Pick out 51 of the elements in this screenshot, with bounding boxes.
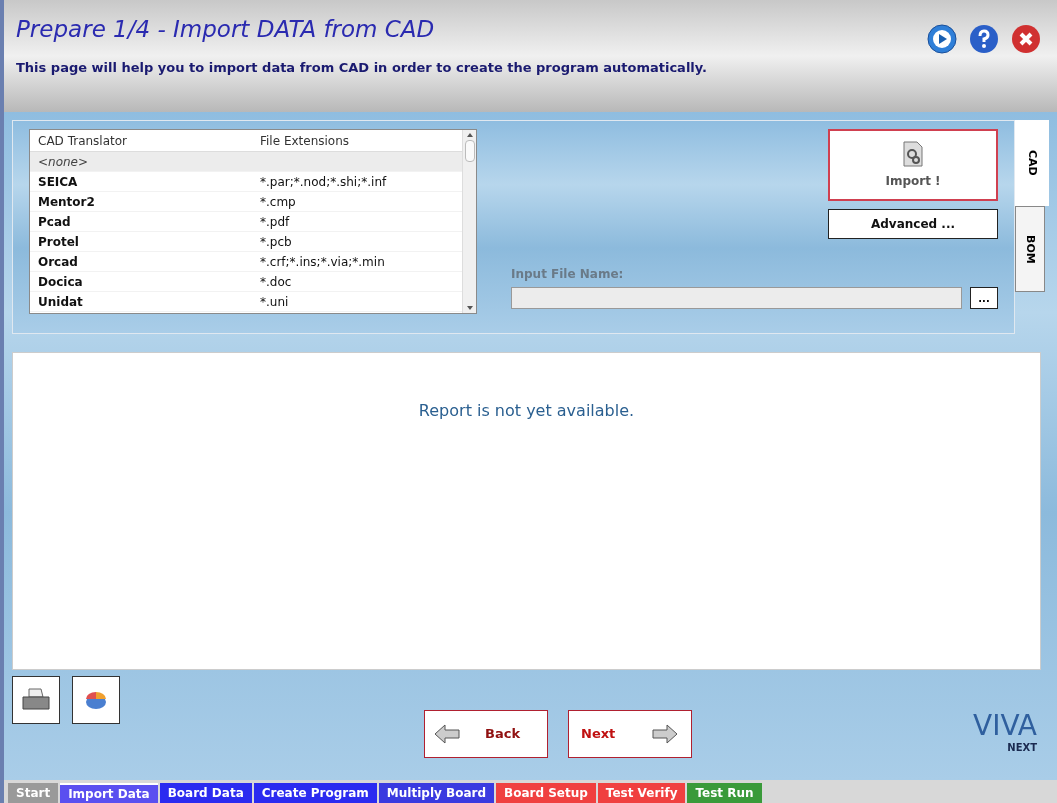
help-icon[interactable]: [969, 24, 999, 54]
translator-cell-text: Mentor2: [37, 193, 96, 211]
print-button[interactable]: [12, 676, 60, 724]
pie-chart-icon: [85, 690, 107, 710]
input-file-label: Input File Name:: [511, 266, 625, 283]
input-file-field[interactable]: [511, 287, 962, 309]
extension-cell-text: *.pcb: [259, 233, 293, 251]
import-button[interactable]: Import !: [828, 129, 998, 201]
back-button[interactable]: Back: [424, 710, 548, 758]
extension-cell-text: *.uni: [259, 293, 290, 311]
step-tab[interactable]: Board Setup: [496, 783, 596, 803]
browse-button[interactable]: ...: [970, 287, 998, 309]
translator-cell-text: Orcad: [37, 253, 79, 271]
scrollbar[interactable]: [462, 130, 476, 313]
step-tab[interactable]: Test Verify: [597, 783, 686, 803]
extension-cell-text: *.par;*.nod;*.shi;*.inf: [259, 173, 388, 191]
column-header: File Extensions: [259, 132, 351, 150]
close-icon[interactable]: [1011, 24, 1041, 54]
extension-cell-text: *.pdf: [259, 213, 291, 231]
extension-cell-text: *.doc: [259, 273, 293, 291]
column-header: CAD Translator: [37, 132, 129, 150]
step-tab[interactable]: Board Data: [159, 783, 252, 803]
page-title: Prepare 1/4 - Import DATA from CAD: [16, 15, 435, 44]
translator-cell-text: Pcad: [37, 213, 72, 231]
logo-subtext: NEXT: [1007, 741, 1037, 755]
step-tab[interactable]: Import Data: [60, 783, 158, 803]
step-tab[interactable]: Create Program: [253, 783, 377, 803]
play-icon[interactable]: [927, 24, 957, 54]
right-arrow-icon: [651, 723, 679, 745]
extension-cell-text: *.cmp: [259, 193, 297, 211]
table-row[interactable]: <none>: [30, 152, 462, 172]
side-tab[interactable]: CAD: [1015, 120, 1049, 206]
side-tab[interactable]: BOM: [1015, 206, 1045, 292]
translator-cell-text: Protel: [37, 233, 80, 251]
logo-text: VIVA: [973, 712, 1037, 740]
translator-cell-text: <none>: [37, 153, 90, 171]
left-arrow-icon: [433, 723, 461, 745]
step-tab[interactable]: Multiply Board: [378, 783, 494, 803]
printer-icon: [21, 687, 51, 713]
translator-cell-text: Docica: [37, 273, 84, 291]
scroll-thumb[interactable]: [464, 140, 475, 162]
next-button[interactable]: Next: [568, 710, 692, 758]
chart-button[interactable]: [72, 676, 120, 724]
advanced-button[interactable]: Advanced ...: [828, 209, 998, 239]
report-message: Report is not yet available.: [418, 400, 635, 422]
step-tab[interactable]: Test Run: [687, 783, 762, 803]
translator-cell-text: Unidat: [37, 293, 84, 311]
translator-cell-text: SEICA: [37, 173, 79, 191]
document-gear-icon: [902, 140, 924, 168]
extension-cell-text: *.crf;*.ins;*.via;*.min: [259, 253, 386, 271]
page-subtitle: This page will help you to import data from CAD in order to create the program automatically.: [16, 59, 709, 77]
